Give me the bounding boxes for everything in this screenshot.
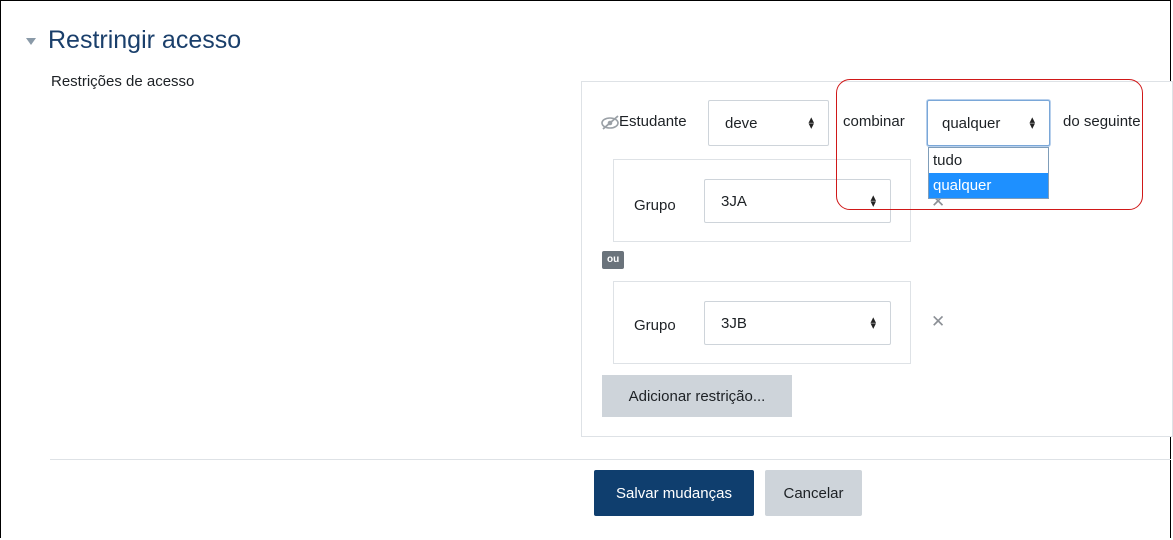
group-select[interactable]: 3JB ▴ ▾ (704, 301, 891, 345)
cancel-button[interactable]: Cancelar (765, 470, 862, 516)
remove-condition-icon[interactable]: ✕ (931, 312, 945, 332)
section-title: Restringir acesso (48, 26, 242, 54)
access-restrictions-label: Restrições de acesso (51, 73, 195, 90)
group-select-value: 3JB (721, 314, 747, 332)
condition-type-label: Grupo (634, 317, 676, 334)
form-divider (50, 459, 1171, 460)
or-badge: ou (602, 251, 625, 269)
condition-type-label: Grupo (634, 197, 676, 214)
student-label: Estudante (619, 113, 687, 130)
add-restriction-button[interactable]: Adicionar restrição... (602, 375, 792, 417)
select-caret-icon: ▴ ▾ (870, 314, 876, 332)
group-select-value: 3JA (721, 192, 747, 210)
must-select[interactable]: deve ▴ ▾ (708, 100, 829, 146)
select-caret-icon: ▴ ▾ (808, 114, 814, 132)
section-header[interactable]: Restringir acesso (26, 26, 241, 55)
annotation-highlight (836, 79, 1143, 210)
save-changes-button[interactable]: Salvar mudanças (594, 470, 754, 516)
must-select-value: deve (725, 114, 758, 132)
collapse-triangle-icon[interactable] (26, 38, 36, 45)
